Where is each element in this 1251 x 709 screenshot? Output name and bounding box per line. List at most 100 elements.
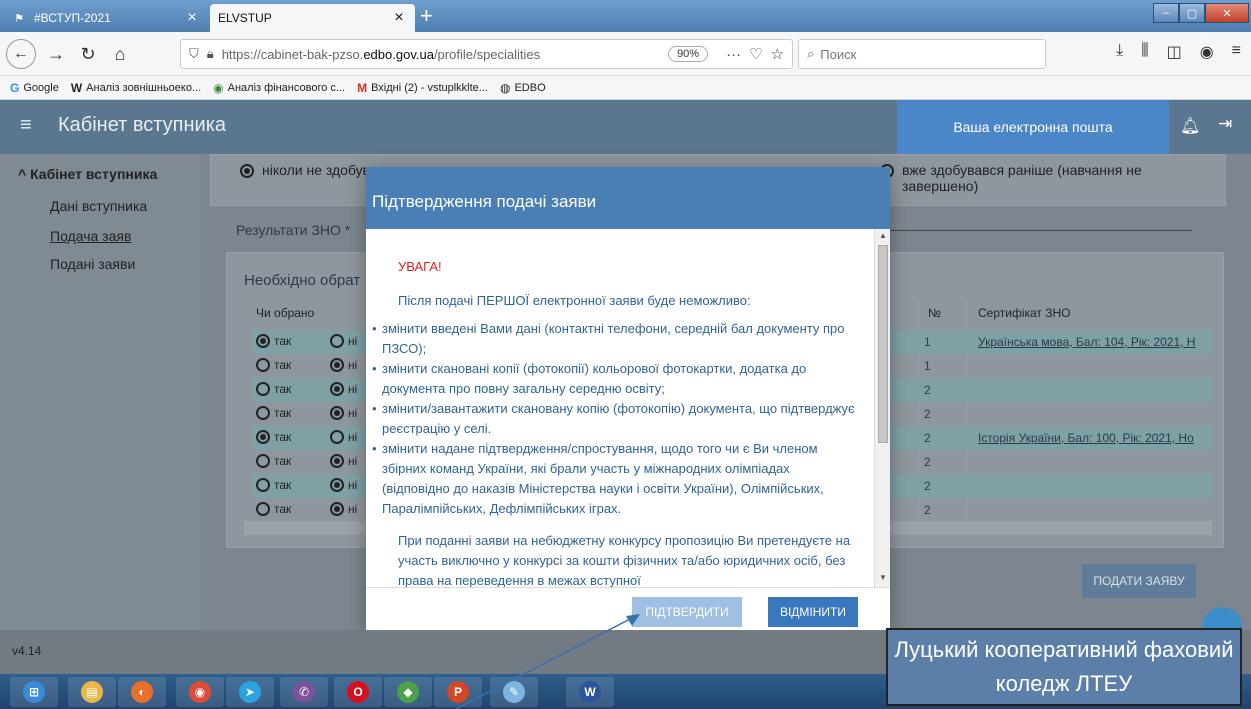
library-icon[interactable]: ⫼ xyxy=(1141,42,1148,62)
zoom-badge[interactable]: 90% xyxy=(668,46,709,62)
dialog-scrollbar[interactable]: ▲ ▼ xyxy=(874,229,890,587)
bookmark-finance[interactable]: ◉ Аналіз фінансового с... xyxy=(213,81,345,95)
radio-yes[interactable]: так xyxy=(256,430,291,444)
radio-yes[interactable]: так xyxy=(256,502,291,516)
scrollbar-thumb[interactable] xyxy=(878,245,888,443)
version-text: v4.14 xyxy=(12,644,42,658)
bookmark-google[interactable]: G Google xyxy=(10,81,59,95)
radio-no[interactable]: ні xyxy=(330,334,357,348)
toolbar-icons: ⤓ ⫼ ◫ ◉ ≡ xyxy=(1116,42,1241,62)
radio-yes[interactable]: так xyxy=(256,334,291,348)
globe-icon: ◉ xyxy=(213,80,224,95)
intro-text: Після подачі ПЕРШОЇ електронної заяви бу… xyxy=(398,293,751,308)
radio-icon xyxy=(330,454,344,468)
radio-yes[interactable]: так xyxy=(256,358,291,372)
radio-no[interactable]: ні xyxy=(330,430,357,444)
browser-tab-bar: ⚑ #ВСТУП-2021 × ELVSTUP × + – ▢ ✕ xyxy=(0,0,1251,32)
taskbar-app[interactable]: W xyxy=(566,677,614,707)
logout-icon[interactable]: ⇥ xyxy=(1218,114,1232,134)
sidebar-item-submit-applications[interactable]: Подача заяв xyxy=(50,228,131,244)
sidebar-item-applicant-data[interactable]: Дані вступника xyxy=(50,198,147,214)
account-icon[interactable]: ◉ xyxy=(1200,42,1214,62)
radio-yes[interactable]: так xyxy=(256,406,291,420)
radio-icon xyxy=(256,358,270,372)
radio-yes[interactable]: так xyxy=(256,454,291,468)
confirm-button[interactable]: ПІДТВЕРДИТИ xyxy=(632,597,742,627)
tab-vstup-2021[interactable]: ⚑ #ВСТУП-2021 × xyxy=(4,4,208,32)
shield-icon: ⛉ xyxy=(189,46,199,61)
url-text: https://cabinet-bak-pzso.edbo.gov.ua/pro… xyxy=(221,46,541,62)
hamburger-menu-icon[interactable]: ≡ xyxy=(20,114,32,137)
taskbar-app[interactable]: ◆ xyxy=(384,677,432,707)
taskbar-app[interactable]: ✆ xyxy=(280,677,328,707)
new-tab-button[interactable]: + xyxy=(420,4,433,28)
col-chosen-header: Чи обрано xyxy=(256,306,315,320)
bookmark-wiki[interactable]: W Аналіз зовнішньоеко... xyxy=(71,81,201,95)
reload-button[interactable]: ↻ xyxy=(74,40,102,68)
list-item: змінити/завантажити скановану копію (фот… xyxy=(372,399,858,439)
sidebar-header[interactable]: ^ Кабінет вступника xyxy=(18,166,157,182)
cancel-button[interactable]: ВІДМІНИТИ xyxy=(768,597,858,627)
taskbar-app[interactable]: ▤ xyxy=(68,677,116,707)
tab-elvstup[interactable]: ELVSTUP × xyxy=(210,4,415,32)
back-button[interactable]: ← xyxy=(6,39,36,69)
bookmarks-bar: G Google W Аналіз зовнішньоеко... ◉ Аналіз … xyxy=(0,76,1251,100)
taskbar-app[interactable]: ✎ xyxy=(490,677,538,707)
col-cert-header[interactable]: Сертифікат ЗНО xyxy=(978,306,1071,320)
globe-icon: ◍ xyxy=(499,80,511,95)
radio-no[interactable]: ні xyxy=(330,454,357,468)
taskbar-app[interactable]: ➤ xyxy=(226,677,274,707)
certificate-link[interactable]: Історія України, Бал: 100, Рік: 2021, Но xyxy=(978,431,1212,445)
dialog-title: Підтвердження подачі заяви xyxy=(366,167,890,229)
menu-icon[interactable]: ≡ xyxy=(1232,42,1241,62)
download-icon[interactable]: ⤓ xyxy=(1116,42,1123,62)
bell-icon[interactable]: 🔔︎ xyxy=(1180,116,1200,136)
radio-no[interactable]: ні xyxy=(330,382,357,396)
row-number: 1 xyxy=(924,359,931,373)
taskbar-app[interactable]: O xyxy=(334,677,382,707)
bookmark-star-icon[interactable]: ☆ xyxy=(771,45,784,63)
sidebar-item-submitted-applications[interactable]: Подані заяви xyxy=(50,256,135,272)
row-number: 2 xyxy=(924,503,931,517)
submit-application-button[interactable]: ПОДАТИ ЗАЯВУ xyxy=(1082,564,1196,598)
address-bar[interactable]: ⛉ 🔒︎ https://cabinet-bak-pzso.edbo.gov.u… xyxy=(180,39,793,69)
more-icon[interactable]: ··· xyxy=(726,46,741,63)
forward-button[interactable]: → xyxy=(42,40,70,68)
radio-no[interactable]: ні xyxy=(330,502,357,516)
search-input[interactable]: ⌕ Поиск xyxy=(798,39,1046,69)
close-window-button[interactable]: ✕ xyxy=(1205,3,1249,23)
chrome-icon: ◉ xyxy=(189,681,211,703)
close-icon[interactable]: × xyxy=(184,9,200,27)
radio-yes[interactable]: так xyxy=(256,478,291,492)
confirm-dialog: Підтвердження подачі заяви УВАГА! Після … xyxy=(366,167,890,632)
search-placeholder: Поиск xyxy=(820,46,857,62)
radio-icon xyxy=(330,430,344,444)
close-icon[interactable]: × xyxy=(391,9,407,27)
bookmark-edbo[interactable]: ◍ EDBO xyxy=(500,81,546,95)
radio-no[interactable]: ні xyxy=(330,478,357,492)
home-button[interactable]: ⌂ xyxy=(106,40,134,68)
sidebar-icon[interactable]: ◫ xyxy=(1167,42,1182,62)
telegram-icon: ➤ xyxy=(239,681,261,703)
minimize-button[interactable]: – xyxy=(1153,3,1179,23)
radio-yes[interactable]: так xyxy=(256,382,291,396)
radio-no[interactable]: ні xyxy=(330,358,357,372)
bookmark-gmail[interactable]: M Вхідні (2) - vstuplkklte... xyxy=(357,81,488,95)
email-button[interactable]: Ваша електронна пошта xyxy=(897,100,1169,154)
taskbar-app[interactable]: ◉ xyxy=(176,677,224,707)
scroll-down-icon[interactable]: ▼ xyxy=(879,573,887,582)
radio-obtained-unfinished[interactable]: вже здобувався раніше (навчання не завер… xyxy=(880,162,1180,194)
radio-icon xyxy=(330,358,344,372)
lock-icon: 🔒︎ xyxy=(206,46,214,61)
scroll-up-icon[interactable]: ▲ xyxy=(879,231,887,240)
maximize-button[interactable]: ▢ xyxy=(1179,3,1205,23)
taskbar-app[interactable]: P xyxy=(434,677,482,707)
dialog-footer: ПІДТВЕРДИТИ ВІДМІНИТИ xyxy=(366,587,890,632)
sidebar: ^ Кабінет вступника Дані вступника Подач… xyxy=(0,154,200,630)
radio-no[interactable]: ні xyxy=(330,406,357,420)
pocket-icon[interactable]: ♡ xyxy=(749,45,762,63)
taskbar-app[interactable]: ◐ xyxy=(118,677,166,707)
taskbar-app[interactable]: ⊞ xyxy=(10,677,58,707)
col-num-header[interactable]: № xyxy=(928,306,941,320)
certificate-link[interactable]: Українська мова, Бал: 104, Рік: 2021, Н xyxy=(978,335,1212,349)
